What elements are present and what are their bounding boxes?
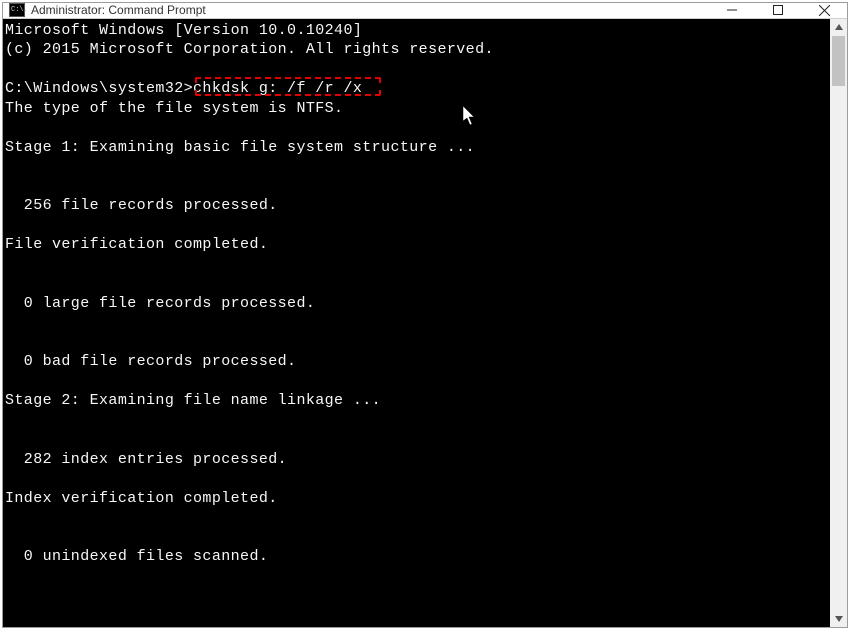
vertical-scrollbar[interactable]	[830, 19, 847, 628]
close-button[interactable]	[801, 3, 847, 18]
titlebar[interactable]: C:\. Administrator: Command Prompt	[3, 3, 847, 19]
content-area: Microsoft Windows [Version 10.0.10240] (…	[3, 19, 847, 628]
window-title: Administrator: Command Prompt	[31, 3, 709, 17]
minimize-button[interactable]	[709, 3, 755, 18]
console-output[interactable]: Microsoft Windows [Version 10.0.10240] (…	[3, 19, 830, 628]
scroll-down-button[interactable]	[830, 610, 847, 627]
window-controls	[709, 3, 847, 18]
console-prompt: C:\Windows\system32>	[5, 80, 193, 97]
scroll-thumb[interactable]	[832, 36, 845, 86]
console-command: chkdsk g: /f /r /x	[193, 80, 362, 97]
command-prompt-window: C:\. Administrator: Command Prompt Micro…	[2, 2, 848, 628]
maximize-button[interactable]	[755, 3, 801, 18]
cmd-icon: C:\.	[9, 3, 25, 17]
console-header: Microsoft Windows [Version 10.0.10240] (…	[5, 22, 494, 59]
scroll-up-button[interactable]	[830, 19, 847, 36]
mouse-cursor-icon	[388, 87, 402, 107]
console-body: The type of the file system is NTFS. Sta…	[5, 100, 475, 566]
